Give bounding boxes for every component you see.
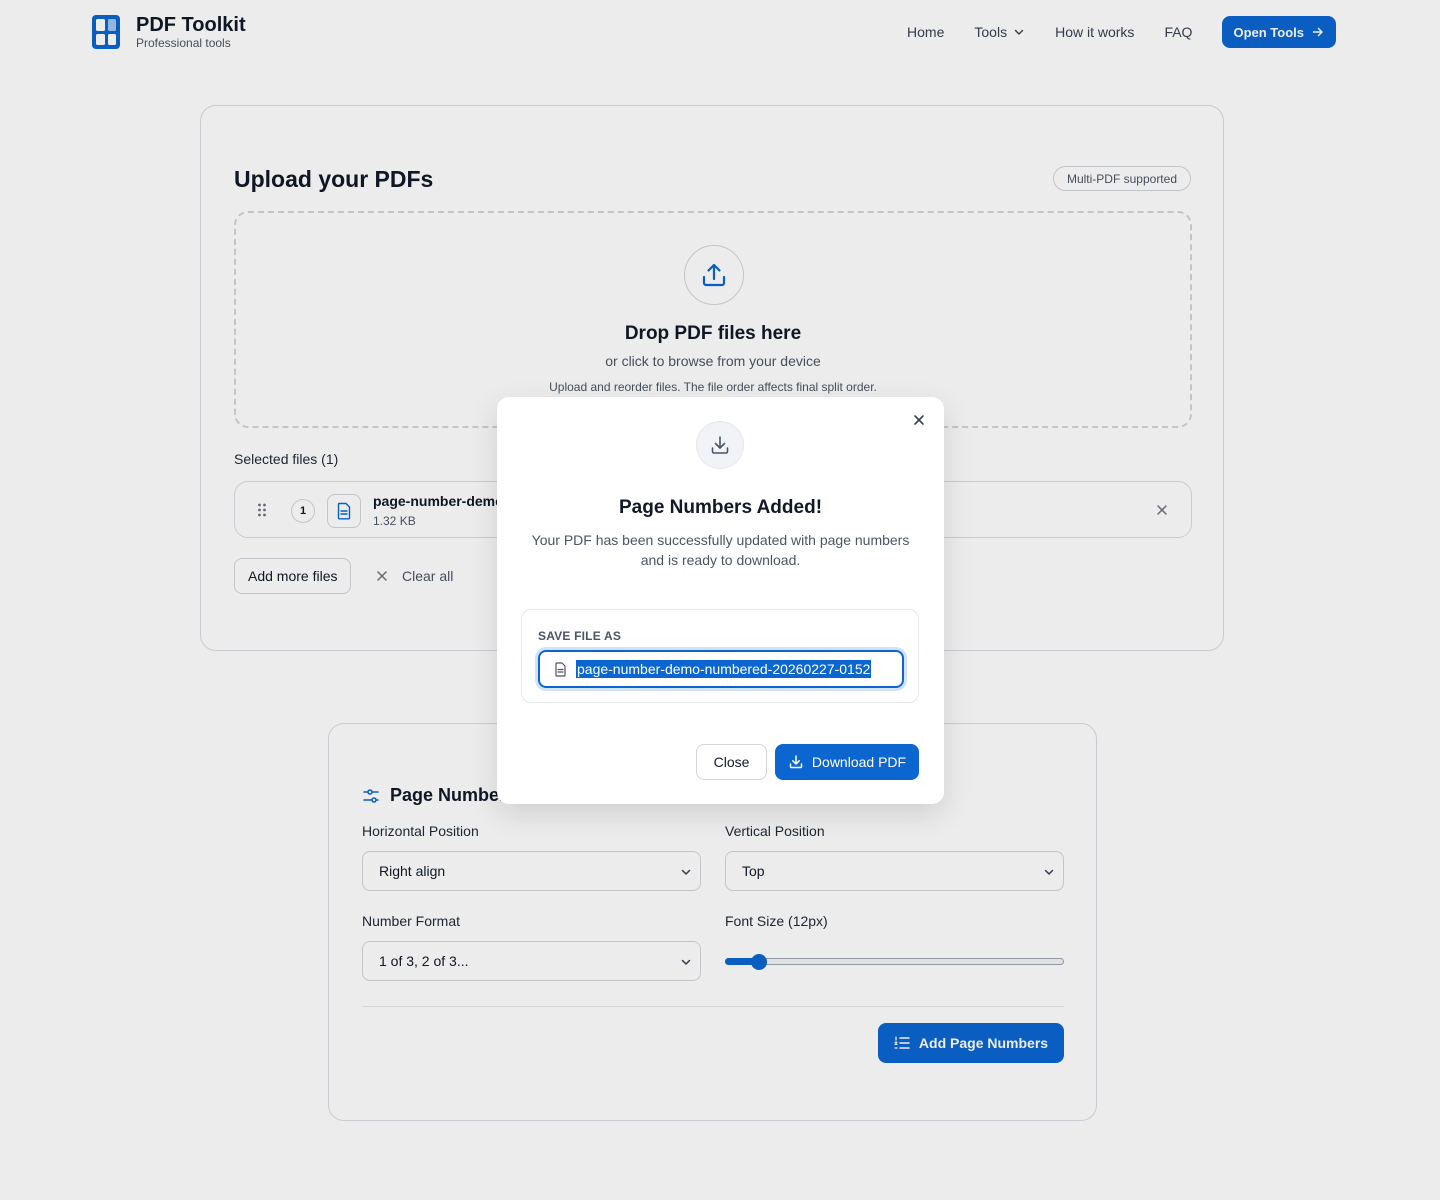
success-modal: Page Numbers Added! Your PDF has been su…: [497, 397, 944, 804]
filename-value: page-number-demo-numbered-20260227-0152: [576, 660, 872, 678]
close-button[interactable]: Close: [696, 744, 767, 780]
close-icon[interactable]: [912, 413, 926, 427]
download-pdf-button[interactable]: Download PDF: [775, 744, 919, 780]
download-icon: [711, 436, 729, 454]
modal-description: Your PDF has been successfully updated w…: [531, 532, 910, 568]
download-icon-wrapper: [696, 421, 744, 469]
save-file-label: SAVE FILE AS: [538, 629, 622, 643]
filename-input[interactable]: page-number-demo-numbered-20260227-0152: [538, 650, 904, 688]
download-pdf-label: Download PDF: [811, 754, 907, 770]
file-icon: [555, 662, 566, 677]
download-icon: [789, 755, 803, 769]
save-file-section: SAVE FILE AS page-number-demo-numbered-2…: [521, 609, 919, 703]
modal-title: Page Numbers Added!: [618, 497, 823, 518]
